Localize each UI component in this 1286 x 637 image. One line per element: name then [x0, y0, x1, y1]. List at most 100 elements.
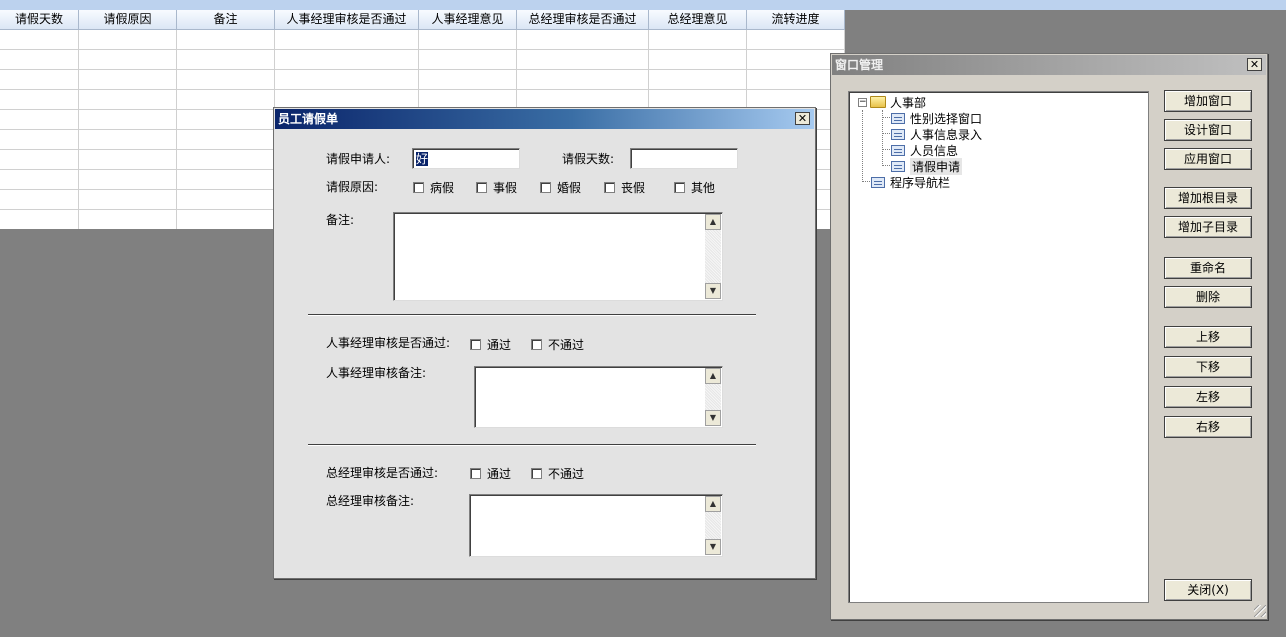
table-cell[interactable]: [0, 50, 79, 69]
tree-node-gender-window[interactable]: 性别选择窗口: [891, 110, 982, 126]
apply-window-button[interactable]: 应用窗口: [1164, 148, 1252, 170]
table-cell[interactable]: [517, 50, 649, 69]
table-cell[interactable]: [79, 210, 177, 229]
hr-remark-textarea[interactable]: ▲ ▼: [474, 366, 723, 428]
reason-marriage-checkbox[interactable]: 婚假: [540, 179, 581, 196]
table-cell[interactable]: [177, 130, 275, 149]
close-button[interactable]: 关闭(X): [1164, 579, 1252, 601]
table-cell[interactable]: [79, 50, 177, 69]
grid-col-remark[interactable]: 备注: [177, 10, 275, 29]
remark-textarea[interactable]: ▲ ▼: [393, 212, 723, 301]
table-cell[interactable]: [419, 30, 517, 49]
table-row[interactable]: [0, 70, 845, 90]
table-cell[interactable]: [0, 110, 79, 129]
table-cell[interactable]: [419, 50, 517, 69]
hr-remark-scrollbar[interactable]: ▲ ▼: [705, 368, 721, 426]
table-cell[interactable]: [0, 90, 79, 109]
design-window-button[interactable]: 设计窗口: [1164, 119, 1252, 141]
grid-col-reason[interactable]: 请假原因: [79, 10, 177, 29]
grid-col-gm-approved[interactable]: 总经理审核是否通过: [517, 10, 649, 29]
table-cell[interactable]: [177, 70, 275, 89]
reason-sick-checkbox[interactable]: 病假: [413, 179, 454, 196]
grid-col-hr-opinion[interactable]: 人事经理意见: [419, 10, 517, 29]
table-cell[interactable]: [649, 50, 747, 69]
move-down-button[interactable]: 下移: [1164, 356, 1252, 378]
table-cell[interactable]: [747, 30, 845, 49]
resize-grip-icon[interactable]: [1254, 605, 1266, 617]
close-icon[interactable]: ✕: [1247, 58, 1262, 71]
table-row[interactable]: [0, 50, 845, 70]
gm-remark-textarea[interactable]: ▲ ▼: [469, 494, 723, 557]
collapse-icon[interactable]: −: [858, 97, 867, 107]
hr-pass-checkbox[interactable]: 通过: [470, 336, 511, 353]
table-cell[interactable]: [0, 190, 79, 209]
table-cell[interactable]: [79, 70, 177, 89]
table-cell[interactable]: [0, 130, 79, 149]
table-cell[interactable]: [419, 70, 517, 89]
gm-remark-scrollbar[interactable]: ▲ ▼: [705, 496, 721, 555]
table-cell[interactable]: [649, 30, 747, 49]
table-cell[interactable]: [177, 90, 275, 109]
scroll-down-icon[interactable]: ▼: [705, 283, 721, 299]
table-cell[interactable]: [649, 70, 747, 89]
hr-fail-checkbox[interactable]: 不通过: [531, 336, 584, 353]
table-cell[interactable]: [177, 190, 275, 209]
table-cell[interactable]: [517, 30, 649, 49]
gm-fail-checkbox[interactable]: 不通过: [531, 465, 584, 482]
grid-col-gm-opinion[interactable]: 总经理意见: [649, 10, 747, 29]
move-right-button[interactable]: 右移: [1164, 416, 1252, 438]
applicant-input[interactable]: 好: [412, 148, 520, 169]
table-cell[interactable]: [79, 90, 177, 109]
table-cell[interactable]: [177, 50, 275, 69]
table-cell[interactable]: [0, 210, 79, 229]
scroll-up-icon[interactable]: ▲: [705, 368, 721, 384]
table-cell[interactable]: [177, 170, 275, 189]
grid-col-progress[interactable]: 流转进度: [747, 10, 845, 29]
table-cell[interactable]: [79, 110, 177, 129]
table-cell[interactable]: [517, 70, 649, 89]
table-cell[interactable]: [177, 150, 275, 169]
reason-bereavement-checkbox[interactable]: 丧假: [604, 179, 645, 196]
move-up-button[interactable]: 上移: [1164, 326, 1252, 348]
table-cell[interactable]: [79, 150, 177, 169]
add-child-button[interactable]: 增加子目录: [1164, 216, 1252, 238]
tree-node-root[interactable]: − 人事部: [858, 94, 926, 110]
remark-scrollbar[interactable]: ▲ ▼: [705, 214, 721, 299]
tree-node-leave-request[interactable]: 请假申请: [891, 157, 963, 175]
add-root-button[interactable]: 增加根目录: [1164, 187, 1252, 209]
table-cell[interactable]: [275, 70, 419, 89]
dialog-titlebar[interactable]: 员工请假单 ✕: [275, 109, 814, 129]
wm-titlebar[interactable]: 窗口管理 ✕: [832, 55, 1266, 75]
grid-col-days[interactable]: 请假天数: [0, 10, 79, 29]
tree-node-staff-info[interactable]: 人员信息: [891, 142, 958, 158]
table-cell[interactable]: [177, 110, 275, 129]
scroll-down-icon[interactable]: ▼: [705, 410, 721, 426]
table-cell[interactable]: [0, 70, 79, 89]
add-window-button[interactable]: 增加窗口: [1164, 90, 1252, 112]
table-cell[interactable]: [275, 50, 419, 69]
table-cell[interactable]: [177, 210, 275, 229]
delete-button[interactable]: 删除: [1164, 286, 1252, 308]
reason-other-checkbox[interactable]: 其他: [674, 179, 715, 196]
grid-col-hr-approved[interactable]: 人事经理审核是否通过: [275, 10, 419, 29]
table-cell[interactable]: [0, 170, 79, 189]
scroll-up-icon[interactable]: ▲: [705, 496, 721, 512]
rename-button[interactable]: 重命名: [1164, 257, 1252, 279]
table-cell[interactable]: [275, 30, 419, 49]
tree-node-nav-bar[interactable]: 程序导航栏: [871, 174, 950, 190]
table-cell[interactable]: [79, 130, 177, 149]
reason-personal-checkbox[interactable]: 事假: [476, 179, 517, 196]
table-cell[interactable]: [177, 30, 275, 49]
table-cell[interactable]: [79, 170, 177, 189]
move-left-button[interactable]: 左移: [1164, 386, 1252, 408]
table-row[interactable]: [0, 30, 845, 50]
table-cell[interactable]: [79, 190, 177, 209]
close-icon[interactable]: ✕: [795, 112, 810, 125]
table-cell[interactable]: [79, 30, 177, 49]
scroll-down-icon[interactable]: ▼: [705, 539, 721, 555]
table-cell[interactable]: [0, 150, 79, 169]
scroll-up-icon[interactable]: ▲: [705, 214, 721, 230]
tree-node-hr-info-entry[interactable]: 人事信息录入: [891, 126, 982, 142]
table-cell[interactable]: [0, 30, 79, 49]
window-tree[interactable]: − 人事部 性别选择窗口 人事信息录入 人员信息 请假申请 程序导航栏: [848, 91, 1149, 603]
